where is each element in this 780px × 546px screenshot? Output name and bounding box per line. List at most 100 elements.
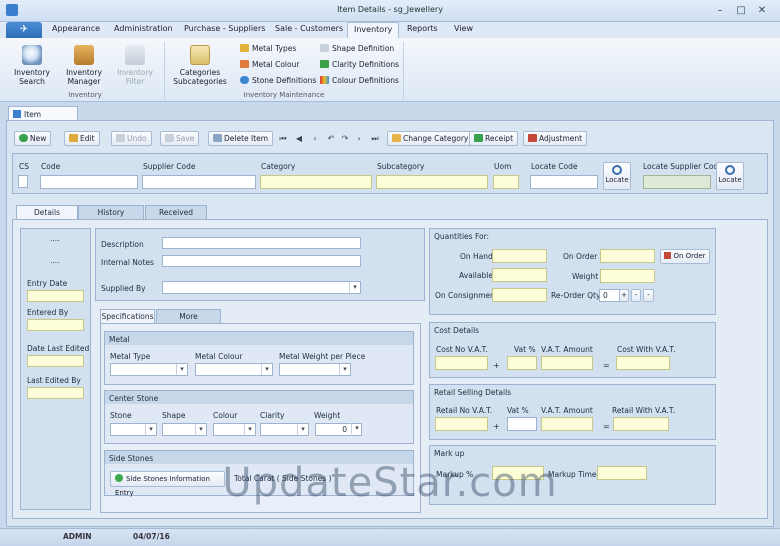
shape-definition-button[interactable]: Shape Definition <box>320 43 394 55</box>
available-label: Available <box>459 271 493 280</box>
inventory-search-button[interactable]: Inventory Search <box>10 45 54 86</box>
folder-icon <box>190 45 210 65</box>
colour-definitions-button[interactable]: Colour Definitions <box>320 75 399 87</box>
retail-no-vat-label: Retail No V.A.T. <box>436 406 493 415</box>
metal-colour-dropdown[interactable] <box>195 363 273 376</box>
reorder-minus-icon[interactable]: - <box>643 289 654 302</box>
save-button[interactable]: Save <box>160 131 200 146</box>
inventory-group-label: Inventory <box>68 91 102 99</box>
plus-icon <box>19 134 28 142</box>
previous-record-icon[interactable]: ‹ <box>309 131 321 146</box>
edit-button[interactable]: Edit <box>64 131 100 146</box>
categories-button[interactable]: Categories Subcategories <box>170 45 230 86</box>
quantities-header: Quantities For: <box>434 232 490 241</box>
cs-checkbox[interactable] <box>18 175 28 188</box>
colour-dropdown[interactable] <box>213 423 256 436</box>
cost-with-vat-field <box>616 356 670 370</box>
change-category-button[interactable]: Change Category <box>387 131 474 146</box>
metal-types-button[interactable]: Metal Types <box>240 43 296 55</box>
stone-dropdown[interactable] <box>110 423 157 436</box>
internal-notes-input[interactable] <box>162 255 361 267</box>
subcategory-field[interactable] <box>376 175 488 189</box>
tab-more-information[interactable]: More Information <box>156 309 221 335</box>
application-menu-button[interactable]: ✈ <box>6 22 42 38</box>
locate-code-button[interactable]: Locate <box>603 162 631 190</box>
weight-field <box>600 269 655 283</box>
palette-icon <box>320 76 329 84</box>
ribbon-separator <box>164 42 165 100</box>
retail-with-vat-label: Retail With V.A.T. <box>612 406 675 415</box>
check-icon <box>165 134 174 142</box>
previous-page-icon[interactable]: ◀ <box>293 131 305 146</box>
tab-view[interactable]: View <box>454 24 473 33</box>
reorder-spin-up-icon[interactable]: + <box>619 289 629 302</box>
clarity-definitions-button[interactable]: Clarity Definitions <box>320 59 399 71</box>
magnifier-icon <box>612 165 622 175</box>
status-date: 04/07/16 <box>133 532 170 541</box>
locate-code-input[interactable] <box>530 175 598 189</box>
clarity-icon <box>320 60 329 68</box>
tab-history[interactable]: History <box>78 205 144 220</box>
tab-received[interactable]: Received <box>145 205 207 220</box>
tab-appearance[interactable]: Appearance <box>52 24 100 33</box>
order-icon <box>664 252 672 259</box>
metal-colour-button[interactable]: Metal Colour <box>240 59 299 71</box>
inventory-filter-button[interactable]: Inventory Filter <box>112 45 158 86</box>
next-record-icon[interactable]: › <box>353 131 365 146</box>
receipt-button[interactable]: Receipt <box>469 131 519 146</box>
shape-dropdown[interactable] <box>162 423 207 436</box>
adjustment-button[interactable]: Adjustment <box>523 131 588 146</box>
category-field[interactable] <box>260 175 372 189</box>
metal-weight-dropdown[interactable] <box>279 363 351 376</box>
tab-specifications[interactable]: Specifications <box>100 309 155 324</box>
undo-label: Undo <box>127 134 147 143</box>
document-tab-item-details[interactable]: Item Details✕ <box>8 106 78 128</box>
cost-equals-sign: = <box>603 361 610 370</box>
locate-supplier-code-button[interactable]: Locate <box>716 162 744 190</box>
gold-bar-icon <box>240 44 249 52</box>
supplied-by-dropdown[interactable] <box>162 281 361 294</box>
delete-item-button[interactable]: Delete Item <box>208 131 274 146</box>
on-order-button-label: On Order <box>673 252 706 260</box>
metal-type-label: Metal Type <box>110 352 151 361</box>
close-icon[interactable]: ✕ <box>754 4 770 18</box>
clarity-dropdown[interactable] <box>260 423 309 436</box>
retail-vat-pct-input[interactable] <box>507 417 537 431</box>
tab-reports[interactable]: Reports <box>407 24 438 33</box>
on-order-field <box>600 249 655 263</box>
tab-sale-customers[interactable]: Sale - Customers <box>275 24 343 33</box>
uom-field[interactable] <box>493 175 519 189</box>
retail-vat-pct-label: Vat % <box>507 406 529 415</box>
cost-vat-amount-label: V.A.T. Amount <box>541 345 593 354</box>
description-input[interactable] <box>162 237 361 249</box>
tab-administration[interactable]: Administration <box>114 24 173 33</box>
tab-purchase-suppliers[interactable]: Purchase - Suppliers <box>184 24 265 33</box>
undo-button[interactable]: Undo <box>111 131 152 146</box>
minimize-icon[interactable]: – <box>712 4 728 18</box>
new-button[interactable]: New <box>14 131 52 146</box>
locate-supplier-code-input[interactable] <box>643 175 711 189</box>
refresh-back-icon[interactable]: ↶ <box>325 131 337 146</box>
last-record-icon[interactable]: ⏭ <box>369 131 381 146</box>
metal-type-dropdown[interactable] <box>110 363 188 376</box>
cost-vat-pct-field <box>507 356 537 370</box>
supplier-code-input[interactable] <box>142 175 256 189</box>
inventory-manager-button[interactable]: Inventory Manager <box>62 45 106 86</box>
cs-label: CS <box>19 162 29 171</box>
reorder-spin-down-icon[interactable]: - <box>631 289 641 302</box>
refresh-icon[interactable]: ↷ <box>339 131 351 146</box>
code-input[interactable] <box>40 175 138 189</box>
stone-definitions-button[interactable]: Stone Definitions <box>240 75 316 87</box>
first-record-icon[interactable]: ⏮ <box>277 131 289 146</box>
on-consignment-label: On Consignment <box>435 291 498 300</box>
save-label: Save <box>176 134 195 143</box>
tab-details[interactable]: Details <box>16 205 78 220</box>
supplied-by-label: Supplied By <box>101 284 146 293</box>
maximize-icon[interactable]: □ <box>733 4 749 18</box>
center-stone-header: Center Stone <box>105 391 413 404</box>
weight-spinner-arrow[interactable] <box>351 423 362 436</box>
on-order-button[interactable]: On Order <box>660 249 710 264</box>
entered-by-field <box>27 319 84 331</box>
subcategory-label: Subcategory <box>377 162 425 171</box>
tab-inventory[interactable]: Inventory <box>347 22 400 39</box>
